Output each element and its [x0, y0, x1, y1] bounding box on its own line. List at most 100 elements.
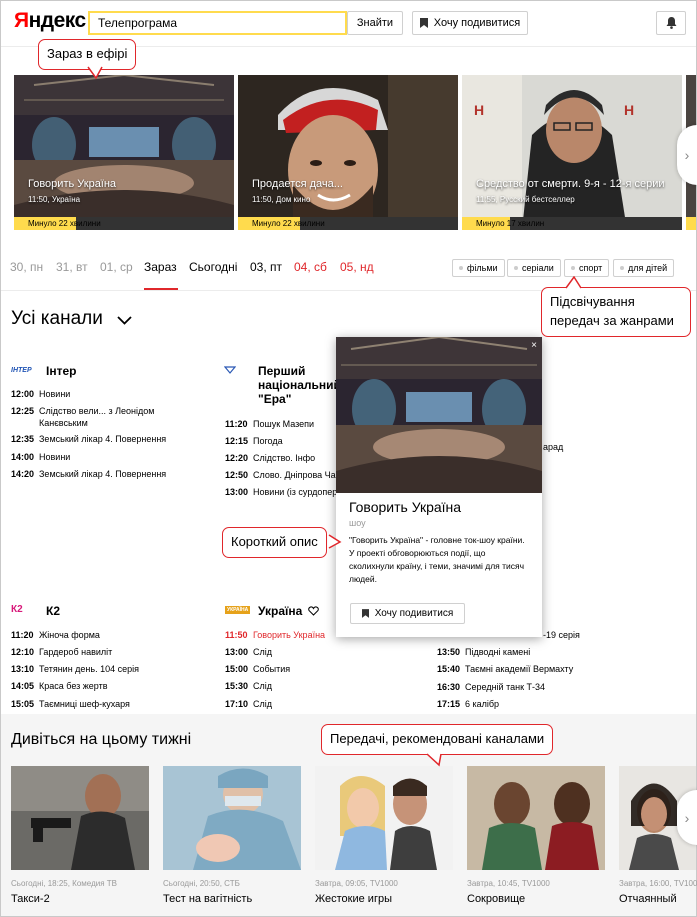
- day-tab[interactable]: 01, ср: [100, 260, 133, 274]
- studio-image: [14, 75, 234, 230]
- popup-want-label: Хочу подивитися: [374, 608, 454, 619]
- recommended-item[interactable]: Завтра, 09:05, TV1000 Жестокие игры: [315, 766, 453, 905]
- inter-logo[interactable]: ІНТЕР: [11, 367, 32, 374]
- poster-image: [315, 766, 453, 870]
- channel-name[interactable]: К2: [46, 604, 60, 618]
- callout-tail: [426, 753, 442, 767]
- progress-bar: Минуло 22 хвилини: [14, 217, 234, 230]
- recommended-meta: Сьогодні, 18:25, Комедия ТВ: [11, 879, 117, 888]
- genre-dot-icon: [459, 266, 463, 270]
- search-input[interactable]: Телепрограма: [90, 13, 185, 33]
- popup-title: Говорить Україна: [349, 499, 462, 515]
- callout-tail: [565, 276, 582, 289]
- callout-genres: Підсвічування передач за жанрами: [541, 287, 691, 337]
- poster-image: [11, 766, 149, 870]
- this-week-heading: Дивіться на цьому тижні: [11, 731, 192, 748]
- k2-logo[interactable]: К2: [11, 604, 23, 615]
- chevron-right-icon: ›: [684, 809, 690, 826]
- svg-text:Н: Н: [624, 102, 634, 118]
- on-air-sub: 11:50, Україна: [28, 195, 81, 204]
- svg-text:Н: Н: [474, 102, 484, 118]
- program-list: 12:00 Новини 12:25 Слідство вели... з Леон…: [11, 389, 167, 479]
- recommended-title: Отчаянный: [619, 893, 677, 905]
- program-list: 11:20 Жіноча форма 12:10 Гардероб навиліт …: [11, 630, 139, 709]
- search-box[interactable]: Телепрограма: [88, 11, 347, 35]
- elapsed-label: Минуло 22 хвилини: [28, 219, 101, 228]
- bookmark-icon: [419, 18, 428, 28]
- on-air-card[interactable]: Говорить Україна 11:50, Україна Минуло 2…: [14, 75, 234, 230]
- find-button[interactable]: Знайти: [347, 11, 403, 35]
- heart-icon[interactable]: [308, 606, 319, 616]
- on-air-title: Говорить Україна: [28, 178, 117, 190]
- genre-label: для дітей: [628, 263, 668, 273]
- ukraina-logo[interactable]: УКРАЇНА: [225, 606, 251, 614]
- press-conference-image: Н Н: [462, 75, 682, 230]
- chevron-down-icon[interactable]: [117, 316, 132, 325]
- program-row-partial[interactable]: арад: [543, 441, 563, 453]
- callout-tail: [87, 66, 103, 80]
- genre-filter[interactable]: спорт: [564, 259, 610, 277]
- close-icon[interactable]: ×: [531, 340, 537, 351]
- recommended-title: Сокровище: [467, 893, 526, 905]
- want-to-watch-button[interactable]: Хочу подивитися: [412, 11, 528, 35]
- popup-description: "Говорить Україна" - головне ток-шоу кра…: [349, 535, 525, 584]
- day-tab[interactable]: 30, пн: [10, 260, 43, 274]
- callout-recommended: Передачі, рекомендовані каналами: [321, 724, 554, 755]
- day-tab[interactable]: 04, сб: [294, 260, 327, 274]
- on-air-sub: 11:55, Русский бестселлер: [476, 195, 575, 204]
- bell-icon: [666, 17, 676, 29]
- progress-bar: Минуло 17 хвилин: [462, 217, 682, 230]
- popup-genre: шоу: [349, 518, 366, 528]
- genre-dot-icon: [571, 266, 575, 270]
- all-channels-heading[interactable]: Усі канали: [11, 308, 103, 330]
- recommended-item[interactable]: Сьогодні, 20:50, СТБ Тест на вагітність: [163, 766, 301, 905]
- day-tab[interactable]: 05, нд: [340, 260, 374, 274]
- genre-label: серіали: [522, 263, 554, 273]
- channel-name[interactable]: Інтер: [46, 364, 76, 378]
- chevron-right-icon: ›: [684, 147, 690, 163]
- pershyi-logo[interactable]: [224, 366, 236, 374]
- day-tab[interactable]: 03, пт: [250, 260, 282, 274]
- poster-image: [467, 766, 605, 870]
- day-tab-active[interactable]: Зараз: [144, 260, 177, 274]
- program-list: 11:50 Говорить Україна 13:00 Слід 15:00 Соб…: [225, 630, 326, 709]
- on-air-title: Средство от смерти. 9-я - 12-я серии: [476, 178, 665, 190]
- bookmark-icon: [361, 609, 369, 618]
- recommended-title: Тест на вагітність: [163, 893, 253, 905]
- callout-short-description: Короткий опис: [222, 527, 327, 558]
- genre-filter[interactable]: для дітей: [613, 259, 675, 277]
- recommended-item[interactable]: Сьогодні, 18:25, Комедия ТВ Такси-2: [11, 766, 149, 905]
- elapsed-label: Минуло 17 хвилин: [476, 219, 545, 228]
- program-row-partial[interactable]: -19 серія: [543, 629, 580, 641]
- recommended-meta: Завтра, 10:45, TV1000: [467, 879, 550, 888]
- yandex-logo[interactable]: Яндекс: [14, 9, 86, 33]
- want-to-watch-label: Хочу подивитися: [433, 17, 521, 29]
- recommended-next-button[interactable]: ›: [677, 790, 697, 845]
- day-tab[interactable]: Сьогодні: [189, 260, 237, 274]
- on-air-card[interactable]: Н Н Средство от смерти. 9-я - 12-я серии…: [462, 75, 682, 230]
- elapsed-label: Минуло 22 хвилини: [252, 219, 325, 228]
- program-list: 13:50 Підводні камені 15:40 Таємні академі…: [437, 647, 574, 709]
- genre-label: фільми: [467, 263, 498, 273]
- genre-filter[interactable]: фільми: [452, 259, 505, 277]
- carousel-next-button[interactable]: ›: [677, 125, 697, 185]
- progress-bar: Минуло 22 хвилини: [238, 217, 458, 230]
- recommended-meta: Завтра, 16:00, TV1000: [619, 879, 697, 888]
- recommended-item[interactable]: Завтра, 10:45, TV1000 Сокровище: [467, 766, 605, 905]
- notifications-button[interactable]: [656, 11, 686, 35]
- day-tab[interactable]: 31, вт: [56, 260, 88, 274]
- channel-name[interactable]: Перший національний "Ера": [258, 364, 348, 406]
- recommended-meta: Сьогодні, 20:50, СТБ: [163, 879, 240, 888]
- on-air-card[interactable]: Продается дача... 11:50, Дом кино Минуло…: [238, 75, 458, 230]
- on-air-sub: 11:50, Дом кино: [252, 195, 311, 204]
- channel-name[interactable]: Україна: [258, 604, 302, 618]
- poster-image: [163, 766, 301, 870]
- program-popup: × Говорить Україна шоу "Говорить Україна…: [336, 337, 542, 637]
- callout-tail: [328, 534, 342, 549]
- recommended-meta: Завтра, 09:05, TV1000: [315, 879, 398, 888]
- genre-filter[interactable]: серіали: [507, 259, 561, 277]
- popup-studio-image: [336, 337, 542, 493]
- recommended-title: Такси-2: [11, 893, 50, 905]
- recommended-title: Жестокие игры: [315, 893, 392, 905]
- popup-want-button[interactable]: Хочу подивитися: [350, 603, 465, 624]
